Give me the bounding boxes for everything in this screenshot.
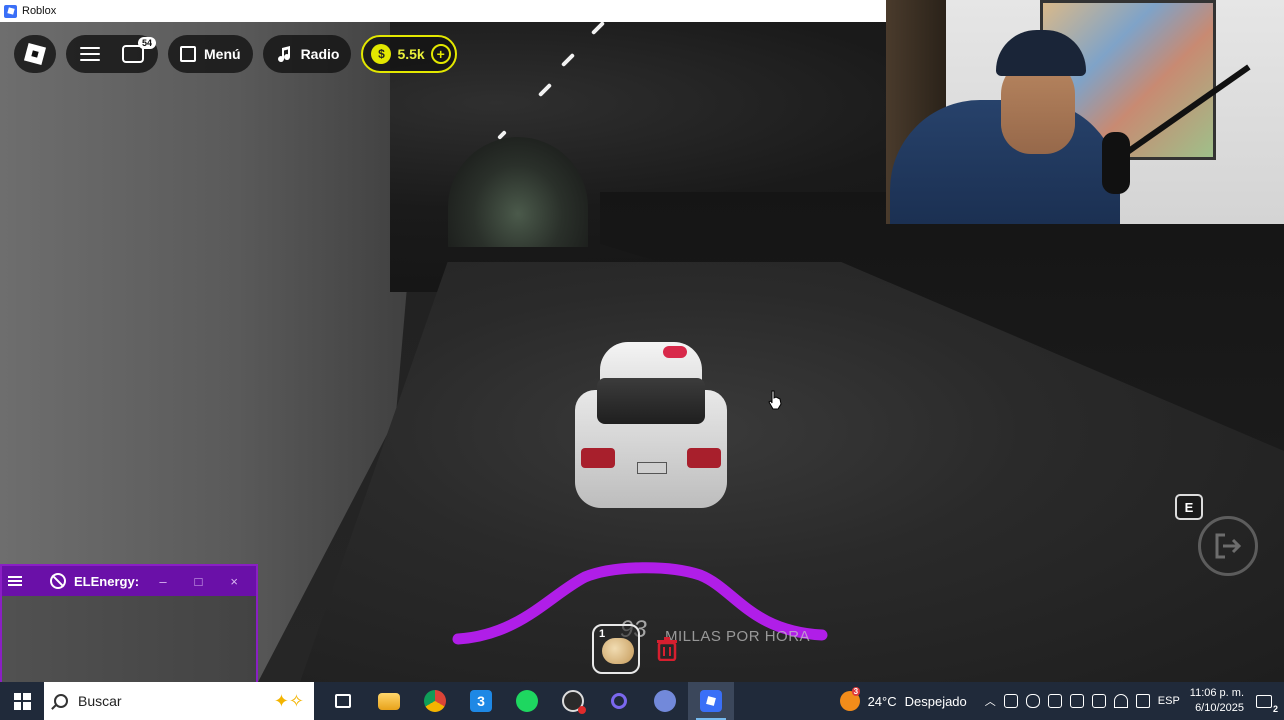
currency-display[interactable]: $ 5.5k + (361, 35, 457, 73)
cortana-icon (611, 693, 627, 709)
radio-label: Radio (300, 46, 340, 62)
script-window[interactable]: ELEnergy: – □ × (0, 564, 258, 682)
food-item-icon (602, 638, 634, 664)
menu-label: Menú (204, 46, 241, 62)
microphone (1102, 132, 1130, 194)
weather-sun-icon: 3 (839, 687, 861, 711)
tail-light (581, 448, 615, 468)
maximize-button[interactable]: □ (195, 574, 203, 589)
folder-icon (378, 692, 400, 710)
weather-widget[interactable]: 3 24°C Despejado (839, 687, 967, 711)
hamburger-icon[interactable] (8, 576, 22, 586)
notification-center-button[interactable]: 2 (1244, 682, 1284, 720)
three-app-button[interactable]: 3 (458, 682, 504, 720)
minimize-button[interactable]: – (159, 574, 166, 589)
exit-icon (1215, 533, 1242, 559)
hand-cursor-icon (768, 390, 782, 410)
notification-icon (1256, 694, 1272, 708)
language-indicator[interactable]: ESP (1158, 695, 1180, 707)
wifi-icon[interactable] (1113, 694, 1128, 708)
coin-icon: $ (371, 44, 392, 64)
window-title: Roblox (22, 5, 57, 17)
license-plate (637, 462, 667, 474)
roblox-icon (700, 690, 722, 712)
start-button[interactable] (0, 682, 44, 720)
clock[interactable]: 11:06 p. m. 6/10/2025 (1190, 686, 1244, 716)
music-note-icon (277, 46, 290, 63)
obs-button[interactable] (550, 682, 596, 720)
cortana-button[interactable] (596, 682, 642, 720)
hotbar-slot[interactable]: 1 (592, 624, 640, 674)
script-window-header[interactable]: ELEnergy: – □ × (2, 566, 256, 596)
chevron-up-icon[interactable]: ︿ (985, 693, 996, 709)
task-view-icon (335, 694, 351, 708)
slot-number: 1 (599, 628, 606, 640)
roblox-logo-icon (4, 4, 17, 18)
roblox-taskbar-button[interactable] (688, 682, 734, 720)
microphone-icon[interactable] (1025, 694, 1040, 708)
notification-count: 2 (1272, 704, 1278, 714)
clock-date: 6/10/2025 (1195, 702, 1244, 714)
chat-badge: 54 (138, 37, 157, 49)
tail-light (687, 448, 721, 468)
search-placeholder: Buscar (78, 693, 122, 709)
file-explorer-button[interactable] (366, 682, 412, 720)
spotify-icon (516, 690, 538, 712)
add-currency-button[interactable]: + (430, 44, 451, 64)
interact-key-e[interactable]: E (1175, 494, 1203, 520)
close-button[interactable]: × (230, 574, 238, 589)
screen: Roblox 54 Menú Radio $ 5.5k + ELEnergy: … (0, 0, 1284, 720)
chrome-icon (424, 690, 446, 712)
discord-icon (654, 690, 676, 712)
three-app-icon: 3 (470, 690, 492, 712)
chat-icon[interactable]: 54 (122, 37, 157, 63)
weather-badge: 3 (851, 687, 861, 696)
speaker-icon[interactable] (1135, 694, 1150, 708)
player-car (575, 340, 727, 510)
clock-time: 11:06 p. m. (1189, 687, 1244, 699)
obs-icon (562, 690, 586, 714)
taskbar-search[interactable]: Buscar ✦✧ (44, 682, 314, 720)
radio-button[interactable]: Radio (262, 35, 352, 73)
square-icon (180, 46, 196, 62)
trash-icon[interactable] (656, 637, 678, 661)
taskbar-apps: 3 (320, 682, 734, 720)
script-window-title: ELEnergy: (74, 573, 140, 589)
discord-button[interactable] (642, 682, 688, 720)
temperature: 24°C (867, 693, 897, 709)
windows-logo-icon (13, 692, 31, 710)
weather-condition: Despejado (904, 693, 967, 709)
no-symbol-icon (50, 573, 66, 589)
spotify-button[interactable] (504, 682, 550, 720)
roblox-menu-button[interactable] (14, 35, 56, 73)
usb-icon[interactable] (1003, 694, 1018, 708)
system-tray: ︿ ESP (985, 693, 1180, 709)
roblox-logo-icon (23, 42, 47, 66)
exit-vehicle-button[interactable] (1198, 516, 1258, 576)
siren-light (663, 346, 687, 358)
windows-taskbar: Buscar ✦✧ 3 3 24°C Despejado ︿ ESP 11:06… (0, 682, 1284, 720)
chrome-button[interactable] (412, 682, 458, 720)
camera-icon[interactable] (1047, 694, 1062, 708)
speed-unit: MILLAS POR HORA (665, 628, 811, 645)
webcam-overlay (886, 0, 1284, 224)
menu-chat-group: 54 (66, 35, 158, 73)
currency-amount: 5.5k (397, 46, 425, 62)
display-icon[interactable] (1091, 694, 1106, 708)
roblox-topbar: 54 Menú Radio $ 5.5k + (14, 35, 457, 73)
sparkle-icon: ✦✧ (273, 690, 304, 711)
battery-icon[interactable] (1069, 694, 1084, 708)
search-icon (54, 694, 68, 708)
task-view-button[interactable] (320, 682, 366, 720)
hamburger-icon[interactable] (80, 47, 100, 61)
menu-button[interactable]: Menú (168, 35, 253, 73)
